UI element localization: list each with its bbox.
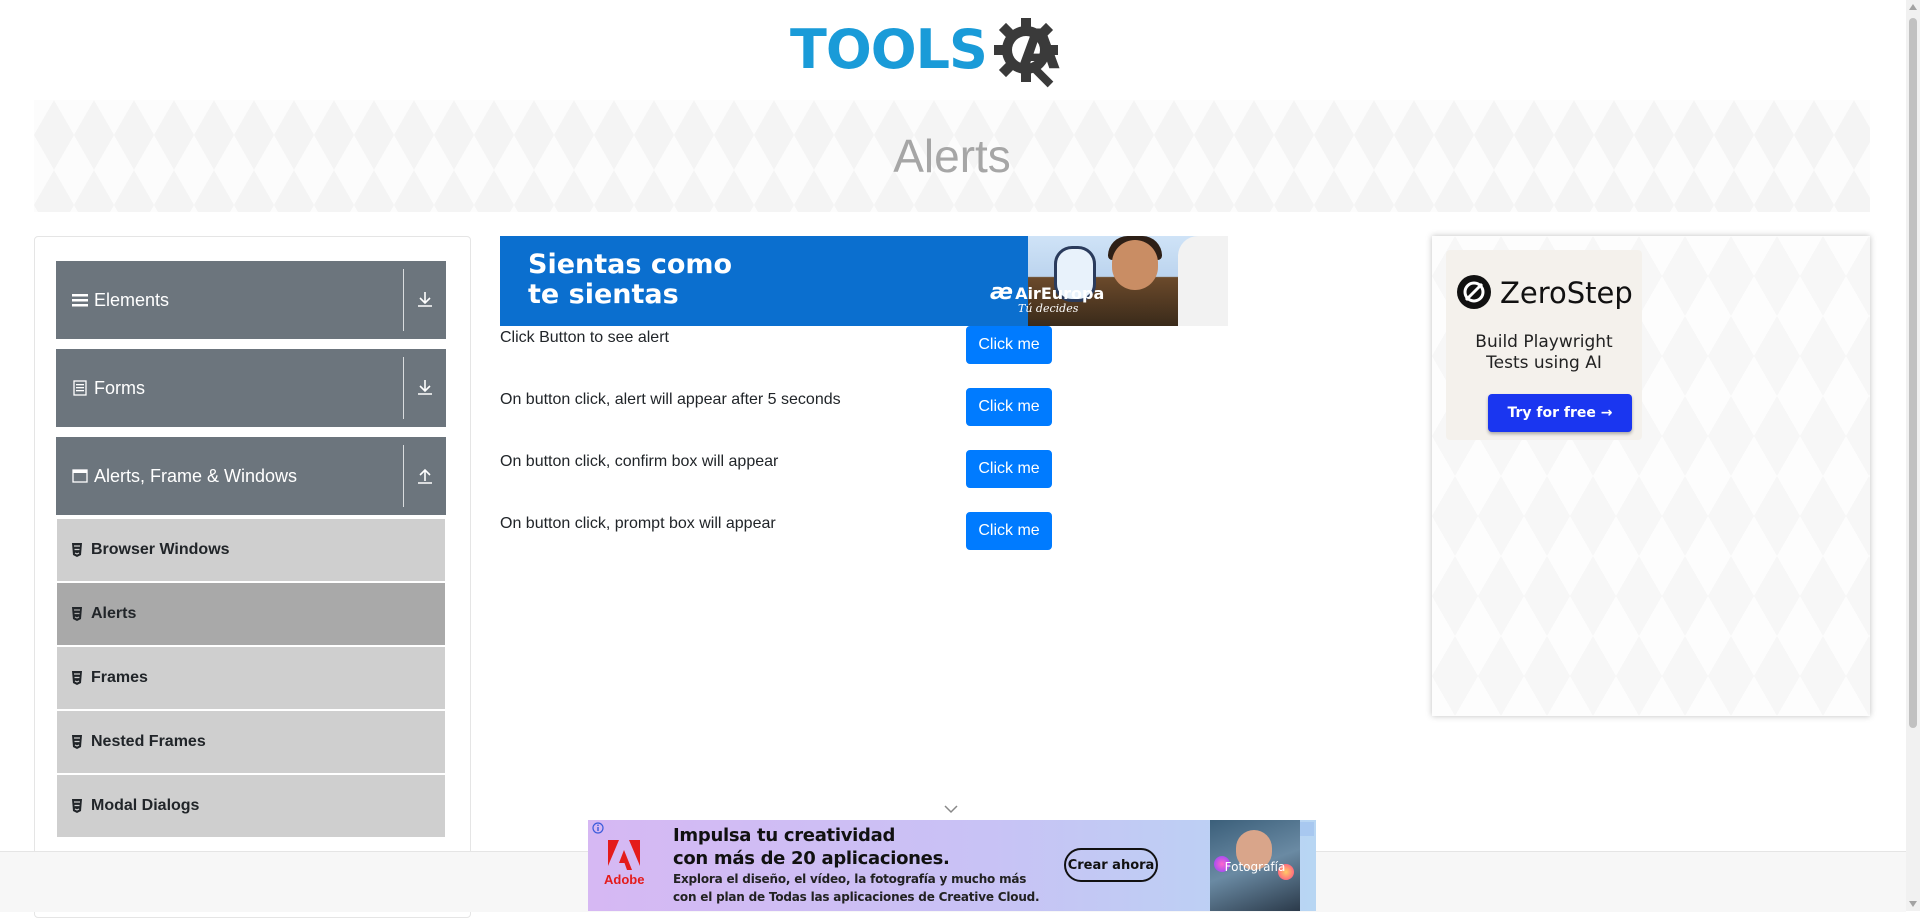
- zerostep-card: ZeroStep Build Playwright Tests using AI…: [1446, 250, 1642, 440]
- html5-icon: [72, 607, 82, 621]
- timer-alert-description: On button click, alert will appear after…: [500, 391, 841, 408]
- page-banner: Alerts: [34, 100, 1870, 212]
- adobe-body: Explora el diseño, el vídeo, la fotograf…: [673, 870, 1040, 906]
- sidebar: Elements Forms Alerts, Frame & Windows B…: [34, 236, 471, 918]
- ad-sidebar-zerostep[interactable]: ZeroStep Build Playwright Tests using AI…: [1432, 236, 1870, 716]
- sidebar-group-label: Elements: [94, 289, 170, 310]
- page-title: Alerts: [893, 130, 1011, 182]
- zerostep-tagline: Build Playwright Tests using AI: [1446, 332, 1642, 374]
- zerostep-tagline-line1: Build Playwright: [1475, 332, 1613, 352]
- scroll-up-arrow-icon[interactable]: [1909, 4, 1917, 10]
- scroll-down-arrow-icon[interactable]: [1909, 901, 1917, 907]
- seat: [1178, 236, 1228, 326]
- sidebar-group-label: Alerts, Frame & Windows: [94, 465, 298, 486]
- ad-info-icon[interactable]: [592, 822, 604, 834]
- toolsqa-logo[interactable]: TOOLS A: [790, 14, 1120, 90]
- sidebar-item-label: Nested Frames: [91, 733, 206, 750]
- ad-tagline: Tú decides: [1018, 302, 1079, 315]
- sidebar-item-label: Frames: [91, 669, 148, 686]
- zerostep-brand: ZeroStep: [1500, 276, 1633, 310]
- adobe-headline-line2: con más de 20 aplicaciones.: [673, 848, 950, 869]
- adobe-body-line2: con el plan de Todas las aplicaciones de…: [673, 890, 1040, 904]
- prompt-description: On button click, prompt box will appear: [500, 515, 776, 532]
- try-for-free-button[interactable]: Try for free →: [1488, 394, 1632, 432]
- confirm-description: On button click, confirm box will appear: [500, 453, 779, 470]
- html5-icon: [72, 543, 82, 557]
- sidebar-group-forms[interactable]: Forms: [56, 349, 446, 427]
- timer-alert-button[interactable]: Click me: [966, 388, 1052, 426]
- ad-brand-name: AirEuropa: [1015, 284, 1105, 303]
- divider: [403, 269, 404, 331]
- download-arrow-icon[interactable]: [412, 286, 438, 312]
- adobe-brand: Adobe: [604, 838, 644, 892]
- upload-arrow-icon[interactable]: [412, 462, 438, 488]
- sidebar-group-elements[interactable]: Elements: [56, 261, 446, 339]
- page-scrollbar[interactable]: [1906, 0, 1920, 911]
- sidebar-item-nested-frames[interactable]: Nested Frames: [57, 711, 445, 775]
- prompt-button[interactable]: Click me: [966, 512, 1052, 550]
- html5-icon: [72, 671, 82, 685]
- download-arrow-icon[interactable]: [412, 374, 438, 400]
- ad-banner-aireuropa[interactable]: Sientas como te sientas æ AirEuropa Tú de…: [500, 236, 1228, 326]
- sidebar-item-frames[interactable]: Frames: [57, 647, 445, 711]
- sidebar-item-browser-windows[interactable]: Browser Windows: [57, 519, 445, 583]
- confirm-button[interactable]: Click me: [966, 450, 1052, 488]
- ad-headline: Sientas como te sientas: [528, 250, 732, 310]
- logo-text-a: A: [1018, 18, 1060, 81]
- chevron-down-icon[interactable]: [943, 803, 959, 815]
- adobe-headline-line1: Impulsa tu creatividad: [673, 825, 896, 846]
- ad-headline-line2: te sientas: [528, 279, 679, 310]
- sidebar-item-modal-dialogs[interactable]: Modal Dialogs: [57, 775, 445, 839]
- adobe-headline: Impulsa tu creatividad con más de 20 apl…: [673, 824, 950, 870]
- adobe-body-line1: Explora el diseño, el vídeo, la fotograf…: [673, 872, 1027, 886]
- zerostep-logo-icon: [1457, 275, 1491, 309]
- html5-icon: [72, 735, 82, 749]
- ad-headline-line1: Sientas como: [528, 249, 733, 280]
- alert-description: Click Button to see alert: [500, 329, 669, 346]
- list-icon: [72, 294, 88, 307]
- sidebar-group-alerts-frame-windows[interactable]: Alerts, Frame & Windows: [56, 437, 446, 515]
- window-icon: [72, 469, 88, 483]
- alert-button[interactable]: Click me: [966, 326, 1052, 364]
- divider: [403, 445, 404, 507]
- sidebar-item-alerts[interactable]: Alerts: [57, 583, 445, 647]
- html5-icon: [72, 799, 82, 813]
- zerostep-tagline-line2: Tests using AI: [1486, 353, 1602, 373]
- adobe-wordmark: Adobe: [604, 872, 645, 887]
- sidebar-item-label: Modal Dialogs: [91, 797, 200, 814]
- sidebar-item-label: Browser Windows: [91, 541, 230, 558]
- form-icon: [73, 380, 87, 396]
- sidebar-group-label: Forms: [94, 377, 145, 398]
- sidebar-item-label: Alerts: [91, 605, 137, 622]
- logo-text-tools: TOOLS: [790, 18, 988, 81]
- ad-close-icon[interactable]: [1300, 822, 1314, 836]
- thumb-label: Fotografía: [1224, 860, 1286, 874]
- adobe-thumbnail: Fotografía: [1210, 820, 1300, 911]
- ad-banner-adobe[interactable]: Adobe Impulsa tu creatividad con más de …: [588, 820, 1316, 911]
- person-head: [1112, 240, 1158, 290]
- adobe-logo-icon: [608, 840, 640, 870]
- aireuropa-logo-icon: æ: [990, 280, 1014, 305]
- scroll-thumb[interactable]: [1909, 18, 1917, 728]
- divider: [403, 357, 404, 419]
- crear-ahora-button[interactable]: Crear ahora: [1064, 848, 1158, 882]
